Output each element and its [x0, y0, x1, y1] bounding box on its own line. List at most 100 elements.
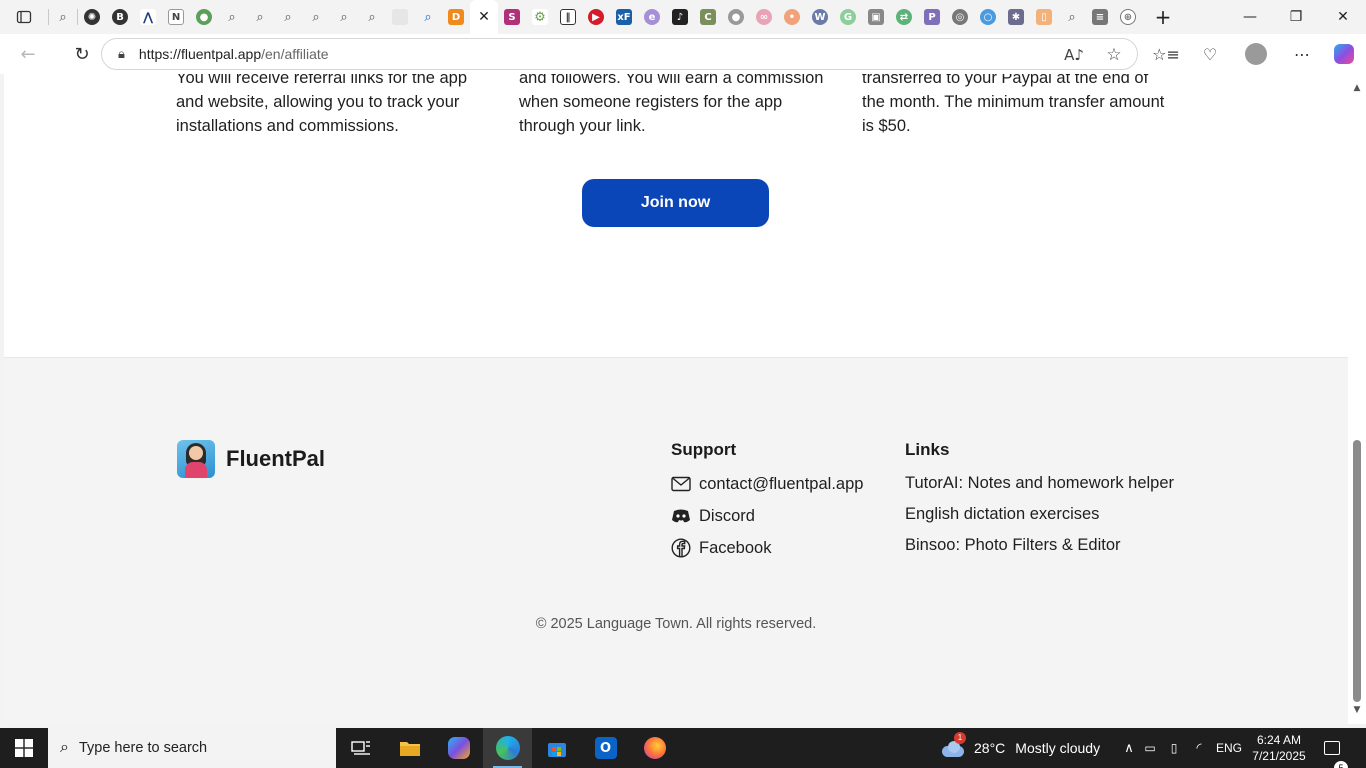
tab-bold-icon[interactable]: B [106, 0, 134, 34]
outlook-app-icon[interactable]: O [581, 728, 630, 768]
support-discord-link[interactable]: Discord [671, 504, 863, 528]
new-tab-icon[interactable]: + [1142, 0, 1184, 34]
feature-text-commission: and followers. You will earn a commissio… [519, 74, 824, 135]
tab-c-icon[interactable]: C [694, 0, 722, 34]
tab-camera-icon[interactable]: ▣ [862, 0, 890, 34]
lock-icon[interactable]: 🔒︎ [118, 47, 125, 62]
tab-fingerprint-icon[interactable]: ◎ [946, 0, 974, 34]
taskbar-search[interactable]: ⌕ Type here to search [48, 728, 336, 768]
favorite-star-icon[interactable]: ☆ [1099, 39, 1129, 71]
tab-search-icon[interactable]: ⌕ [1058, 0, 1086, 34]
tab-gear-icon[interactable]: ⚙ [526, 0, 554, 34]
footer-brand[interactable]: FluentPal [177, 440, 325, 478]
clock[interactable]: 6:24 AM 7/21/2025 [1246, 732, 1312, 764]
tab-orange-icon[interactable]: ▯ [1030, 0, 1058, 34]
tab-blank-icon[interactable] [386, 0, 414, 34]
task-view-icon[interactable] [336, 728, 385, 768]
tab-world-icon[interactable]: ⊕ [1114, 0, 1142, 34]
support-email-link[interactable]: contact@fluentpal.app [671, 472, 863, 496]
scroll-thumb[interactable] [1353, 440, 1361, 702]
copilot-app-icon[interactable] [434, 728, 483, 768]
links-section: Links TutorAI: Notes and homework helper… [905, 440, 1174, 557]
url-text[interactable]: https://fluentpal.app/en/affiliate [139, 46, 329, 62]
scroll-down-icon[interactable]: ▼ [1351, 704, 1363, 716]
tab-snow-icon[interactable]: ✱ [1002, 0, 1030, 34]
tab-search-icon[interactable]: ⌕ [218, 0, 246, 34]
link-dictation[interactable]: English dictation exercises [905, 502, 1174, 526]
meet-now-icon[interactable]: ▭ [1138, 741, 1162, 755]
support-facebook-link[interactable]: Facebook [671, 536, 863, 560]
tab-openai-icon[interactable]: ✺ [78, 0, 106, 34]
tab-swap-icon[interactable]: ⇄ [890, 0, 918, 34]
tab-tiktok-icon[interactable]: ♪ [666, 0, 694, 34]
tab-chart-icon[interactable]: ⋀ [134, 0, 162, 34]
weather-condition: Mostly cloudy [1015, 740, 1101, 756]
system-tray: ∧ ▭ ▯ ◜ ENG 6:24 AM 7/21/2025 5 [1120, 728, 1352, 768]
weather-widget[interactable]: 1 28°C Mostly cloudy [940, 728, 1100, 768]
tab-notion-icon[interactable]: N [162, 0, 190, 34]
link-binsoo[interactable]: Binsoo: Photo Filters & Editor [905, 533, 1174, 557]
address-bar[interactable]: 🔒︎ https://fluentpal.app/en/affiliate A♪… [101, 38, 1138, 70]
tab-search-icon[interactable]: ⌕ [274, 0, 302, 34]
tab-search-icon[interactable]: ⌕ [49, 0, 77, 34]
tab-xf-icon[interactable]: xF [610, 0, 638, 34]
language-indicator[interactable]: ENG [1212, 741, 1246, 755]
refresh-icon[interactable]: ↻ [64, 38, 100, 70]
link-tutorai[interactable]: TutorAI: Notes and homework helper [905, 471, 1174, 495]
store-app-icon[interactable] [532, 728, 581, 768]
tab-search-icon[interactable]: ⌕ [414, 0, 442, 34]
taskbar: ⌕ Type here to search O 1 28°C Mostly cl… [0, 728, 1366, 768]
more-menu-icon[interactable]: ⋯ [1286, 38, 1318, 70]
tab-s-icon[interactable]: S [498, 0, 526, 34]
taskbar-search-placeholder: Type here to search [78, 740, 208, 756]
tab-g-icon[interactable]: G [834, 0, 862, 34]
battery-icon[interactable]: ▯ [1162, 741, 1186, 755]
clock-date: 7/21/2025 [1252, 749, 1306, 763]
wifi-icon[interactable]: ◜ [1186, 740, 1212, 756]
tab-dots-icon[interactable]: • [778, 0, 806, 34]
file-explorer-icon[interactable] [385, 728, 434, 768]
tab-link-icon[interactable]: ∞ [750, 0, 778, 34]
windows-start-icon[interactable] [0, 728, 48, 768]
scroll-up-icon[interactable]: ▲ [1351, 82, 1363, 94]
tab-d-icon[interactable]: D [442, 0, 470, 34]
restore-icon[interactable]: ❐ [1273, 0, 1319, 34]
tab-search-icon[interactable]: ⌕ [358, 0, 386, 34]
browser-toolbar: ← ↻ 🔒︎ https://fluentpal.app/en/affiliat… [0, 34, 1366, 74]
page-scrollbar[interactable]: ▲ ▼ [1348, 74, 1366, 724]
tab-ring-icon[interactable]: ○ [974, 0, 1002, 34]
tab-bar: ⌕ ✺ B ⋀ N ● ⌕ ⌕ ⌕ ⌕ ⌕ ⌕ ⌕ D ✕ S ⚙ ‖ ▶ xF… [0, 0, 1366, 34]
copilot-icon[interactable] [1328, 38, 1360, 70]
profile-avatar[interactable] [1240, 38, 1272, 70]
brand-name: FluentPal [226, 446, 326, 471]
show-hidden-icons-icon[interactable]: ∧ [1120, 740, 1138, 756]
notifications-icon[interactable]: 5 [1312, 741, 1352, 768]
tab-actions-icon[interactable] [0, 0, 48, 34]
tab-e-icon[interactable]: e [638, 0, 666, 34]
tab-search-icon[interactable]: ⌕ [246, 0, 274, 34]
back-icon[interactable]: ← [10, 38, 46, 70]
edge-app-icon[interactable] [483, 728, 532, 768]
tab-p-icon[interactable]: P [918, 0, 946, 34]
join-now-button[interactable]: Join now [582, 179, 769, 227]
links-title: Links [905, 440, 950, 459]
tab-w-icon[interactable]: W [806, 0, 834, 34]
tab-search-icon[interactable]: ⌕ [302, 0, 330, 34]
tab-active-close-icon[interactable]: ✕ [470, 0, 498, 34]
feature-text-payout: transferred to your Paypal at the end of… [862, 74, 1165, 135]
tab-stack-icon[interactable]: ≡ [1086, 0, 1114, 34]
tab-book-icon[interactable]: ‖ [554, 0, 582, 34]
close-window-icon[interactable]: ✕ [1320, 0, 1366, 34]
tab-globe-icon[interactable]: ● [190, 0, 218, 34]
firefox-app-icon[interactable] [630, 728, 679, 768]
tab-search-icon[interactable]: ⌕ [330, 0, 358, 34]
notification-count: 5 [1334, 761, 1348, 768]
tab-circle-icon[interactable]: ● [722, 0, 750, 34]
browser-essentials-icon[interactable]: ♡ [1194, 38, 1226, 70]
support-discord-label: Discord [699, 506, 755, 525]
minimize-icon[interactable]: — [1227, 0, 1273, 34]
weather-badge: 1 [954, 732, 966, 744]
tab-play-icon[interactable]: ▶ [582, 0, 610, 34]
read-aloud-icon[interactable]: A♪ [1059, 39, 1089, 71]
favorites-icon[interactable]: ☆≡ [1150, 38, 1182, 70]
